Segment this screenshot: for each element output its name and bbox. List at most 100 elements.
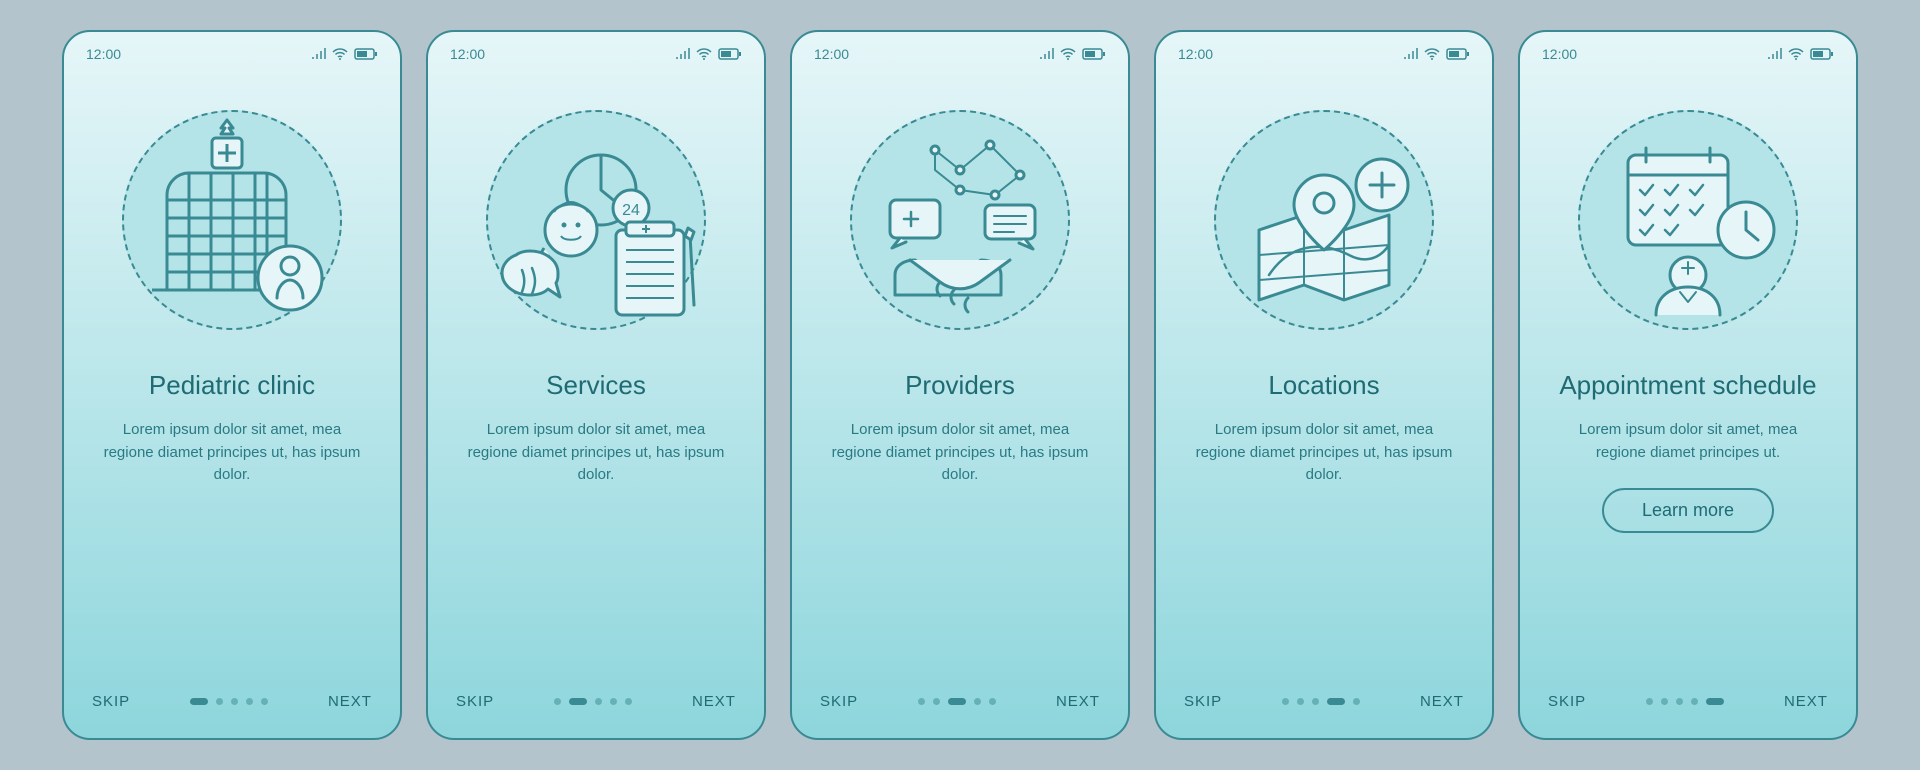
status-time: 12:00 bbox=[814, 46, 849, 62]
status-icons bbox=[1040, 48, 1106, 60]
status-bar: 12:00 bbox=[64, 32, 400, 70]
skip-button[interactable]: SKIP bbox=[456, 693, 494, 710]
status-time: 12:00 bbox=[1542, 46, 1577, 62]
nav-row: SKIP NEXT bbox=[428, 693, 764, 738]
illustration bbox=[64, 70, 400, 370]
status-icons bbox=[1404, 48, 1470, 60]
nav-row: SKIP NEXT bbox=[792, 693, 1128, 738]
dot-1[interactable] bbox=[1282, 698, 1289, 705]
nav-row: SKIP NEXT bbox=[64, 693, 400, 738]
wifi-icon bbox=[332, 48, 348, 60]
svg-text:24: 24 bbox=[622, 202, 640, 219]
skip-button[interactable]: SKIP bbox=[92, 693, 130, 710]
next-button[interactable]: NEXT bbox=[328, 693, 372, 710]
battery-icon bbox=[718, 48, 742, 60]
battery-icon bbox=[1082, 48, 1106, 60]
status-icons bbox=[676, 48, 742, 60]
status-icons bbox=[1768, 48, 1834, 60]
content-area: Locations Lorem ipsum dolor sit amet, me… bbox=[1156, 370, 1492, 693]
appointment-schedule-icon bbox=[1568, 100, 1808, 340]
dot-2[interactable] bbox=[1661, 698, 1668, 705]
dot-5[interactable] bbox=[1353, 698, 1360, 705]
skip-button[interactable]: SKIP bbox=[1548, 693, 1586, 710]
dot-1[interactable] bbox=[554, 698, 561, 705]
pagination-dots bbox=[190, 698, 268, 705]
wifi-icon bbox=[1424, 48, 1440, 60]
dot-4[interactable] bbox=[1327, 698, 1345, 705]
locations-map-icon bbox=[1204, 100, 1444, 340]
signal-icon bbox=[1404, 48, 1418, 60]
dot-5[interactable] bbox=[1706, 698, 1724, 705]
wifi-icon bbox=[1788, 48, 1804, 60]
signal-icon bbox=[1768, 48, 1782, 60]
status-bar: 12:00 bbox=[792, 32, 1128, 70]
dot-3[interactable] bbox=[1312, 698, 1319, 705]
illustration: 24 bbox=[428, 70, 764, 370]
skip-button[interactable]: SKIP bbox=[1184, 693, 1222, 710]
next-button[interactable]: NEXT bbox=[1056, 693, 1100, 710]
dot-3[interactable] bbox=[1676, 698, 1683, 705]
onboarding-screen-2: 12:00 24 bbox=[426, 30, 766, 740]
screen-title: Appointment schedule bbox=[1559, 370, 1816, 401]
skip-button[interactable]: SKIP bbox=[820, 693, 858, 710]
pagination-dots bbox=[1646, 698, 1724, 705]
status-icons bbox=[312, 48, 378, 60]
dot-4[interactable] bbox=[610, 698, 617, 705]
content-area: Services Lorem ipsum dolor sit amet, mea… bbox=[428, 370, 764, 693]
signal-icon bbox=[676, 48, 690, 60]
dot-3[interactable] bbox=[595, 698, 602, 705]
illustration bbox=[1520, 70, 1856, 370]
status-bar: 12:00 bbox=[1156, 32, 1492, 70]
dot-2[interactable] bbox=[933, 698, 940, 705]
battery-icon bbox=[354, 48, 378, 60]
next-button[interactable]: NEXT bbox=[1420, 693, 1464, 710]
onboarding-screen-5: 12:00 bbox=[1518, 30, 1858, 740]
dot-4[interactable] bbox=[1691, 698, 1698, 705]
dot-5[interactable] bbox=[261, 698, 268, 705]
screen-description: Lorem ipsum dolor sit amet, mea regione … bbox=[102, 419, 362, 487]
onboarding-screen-4: 12:00 Locations Lorem ipsum dolor sit am… bbox=[1154, 30, 1494, 740]
screen-description: Lorem ipsum dolor sit amet, mea regione … bbox=[466, 419, 726, 487]
content-area: Pediatric clinic Lorem ipsum dolor sit a… bbox=[64, 370, 400, 693]
pagination-dots bbox=[918, 698, 996, 705]
screen-title: Locations bbox=[1268, 370, 1379, 401]
nav-row: SKIP NEXT bbox=[1520, 693, 1856, 738]
battery-icon bbox=[1810, 48, 1834, 60]
signal-icon bbox=[312, 48, 326, 60]
dot-4[interactable] bbox=[974, 698, 981, 705]
status-time: 12:00 bbox=[1178, 46, 1213, 62]
status-time: 12:00 bbox=[86, 46, 121, 62]
learn-more-button[interactable]: Learn more bbox=[1602, 488, 1774, 533]
signal-icon bbox=[1040, 48, 1054, 60]
dot-5[interactable] bbox=[989, 698, 996, 705]
onboarding-screen-3: 12:00 Providers bbox=[790, 30, 1130, 740]
dot-1[interactable] bbox=[918, 698, 925, 705]
screen-description: Lorem ipsum dolor sit amet, mea regione … bbox=[830, 419, 1090, 487]
status-bar: 12:00 bbox=[1520, 32, 1856, 70]
content-area: Appointment schedule Lorem ipsum dolor s… bbox=[1520, 370, 1856, 693]
status-time: 12:00 bbox=[450, 46, 485, 62]
dot-5[interactable] bbox=[625, 698, 632, 705]
providers-handshake-icon bbox=[840, 100, 1080, 340]
dot-2[interactable] bbox=[569, 698, 587, 705]
services-icon: 24 bbox=[476, 100, 716, 340]
next-button[interactable]: NEXT bbox=[692, 693, 736, 710]
onboarding-screen-1: 12:00 Pediatric clin bbox=[62, 30, 402, 740]
dot-3[interactable] bbox=[231, 698, 238, 705]
next-button[interactable]: NEXT bbox=[1784, 693, 1828, 710]
wifi-icon bbox=[1060, 48, 1076, 60]
dot-4[interactable] bbox=[246, 698, 253, 705]
wifi-icon bbox=[696, 48, 712, 60]
hospital-building-icon bbox=[112, 100, 352, 340]
dot-3[interactable] bbox=[948, 698, 966, 705]
dot-2[interactable] bbox=[216, 698, 223, 705]
screen-title: Providers bbox=[905, 370, 1015, 401]
pagination-dots bbox=[554, 698, 632, 705]
illustration bbox=[1156, 70, 1492, 370]
status-bar: 12:00 bbox=[428, 32, 764, 70]
content-area: Providers Lorem ipsum dolor sit amet, me… bbox=[792, 370, 1128, 693]
dot-1[interactable] bbox=[190, 698, 208, 705]
screen-description: Lorem ipsum dolor sit amet, mea regione … bbox=[1194, 419, 1454, 487]
dot-1[interactable] bbox=[1646, 698, 1653, 705]
dot-2[interactable] bbox=[1297, 698, 1304, 705]
